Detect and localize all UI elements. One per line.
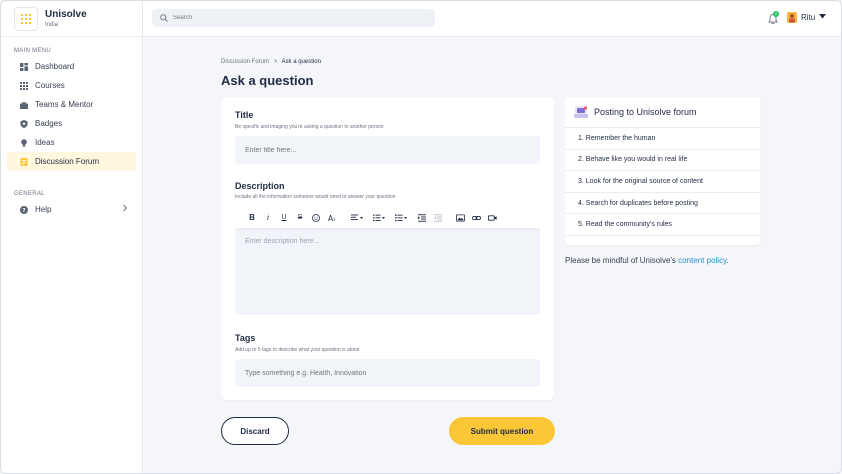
sidebar-item-label: Ideas — [35, 138, 55, 147]
tags-help: Add up to 5 tags to describe what your q… — [235, 347, 360, 353]
search-icon — [160, 9, 168, 27]
breadcrumb: Discussion Forum > Ask a question — [221, 59, 321, 65]
search-box[interactable] — [152, 9, 435, 27]
chevron-right-icon — [122, 204, 128, 215]
submit-question-button[interactable]: Submit question — [449, 417, 555, 445]
sidebar: Unisolve India MAIN MENU Dashboard Cours… — [1, 1, 143, 473]
forum-post-icon — [573, 105, 589, 119]
shield-icon — [20, 119, 28, 128]
topbar: 2 Ritu — [143, 1, 841, 37]
sidebar-item-label: Dashboard — [35, 62, 75, 71]
lightbulb-icon — [20, 138, 28, 147]
rule-item: 1. Remember the human — [565, 128, 760, 150]
svg-text:?: ? — [22, 208, 25, 214]
underline-icon[interactable]: U — [277, 211, 291, 225]
user-name: Ritu — [801, 13, 816, 22]
breadcrumb-separator: > — [273, 59, 278, 65]
bullet-list-icon[interactable] — [391, 211, 411, 225]
help-icon: ? — [20, 205, 28, 214]
sidebar-item-label: Badges — [35, 119, 63, 128]
indent-icon[interactable] — [415, 211, 429, 225]
ordered-list-icon[interactable] — [369, 211, 389, 225]
policy-note: Please be mindful of Unisolve's content … — [565, 256, 729, 265]
content-policy-link[interactable]: content policy — [678, 256, 726, 265]
description-editor[interactable]: B i U S AI Enter description here... — [235, 207, 540, 315]
description-placeholder: Enter description here... — [245, 238, 320, 245]
general-label: GENERAL — [14, 191, 45, 197]
tags-label: Tags — [235, 333, 256, 343]
description-label: Description — [235, 181, 285, 191]
brand[interactable]: Unisolve India — [1, 1, 142, 37]
sidebar-item-help[interactable]: ? Help — [7, 200, 136, 219]
sidebar-item-courses[interactable]: Courses — [7, 76, 136, 95]
policy-note-suffix: . — [726, 256, 729, 265]
breadcrumb-parent[interactable]: Discussion Forum — [221, 59, 269, 65]
avatar — [787, 12, 797, 23]
rule-item: 3. Look for the original source of conte… — [565, 171, 760, 193]
description-help: Include all the information someone woul… — [235, 194, 396, 200]
question-form: Title Be specific and imaging you're ask… — [221, 97, 554, 400]
briefcase-icon — [20, 101, 28, 109]
emoji-icon[interactable] — [309, 211, 323, 225]
rule-item: 5. Read the community's rules — [565, 214, 760, 236]
sidebar-item-label: Courses — [35, 81, 65, 90]
posting-guidelines-panel: Posting to Unisolve forum 1. Remember th… — [565, 97, 760, 245]
image-icon[interactable] — [453, 211, 467, 225]
search-input[interactable] — [173, 15, 413, 21]
forum-icon — [20, 157, 28, 166]
title-help: Be specific and imaging you're asking a … — [235, 124, 384, 130]
outdent-icon[interactable] — [431, 211, 445, 225]
tags-input[interactable] — [235, 359, 540, 387]
svg-text:I: I — [333, 217, 334, 222]
panel-title: Posting to Unisolve forum — [594, 107, 697, 117]
user-menu[interactable]: Ritu — [787, 12, 827, 23]
discard-button[interactable]: Discard — [221, 417, 289, 445]
sidebar-item-label: Teams & Mentor — [35, 100, 94, 109]
rule-item: 2. Behave like you would in real life — [565, 150, 760, 172]
app-window: Unisolve India MAIN MENU Dashboard Cours… — [0, 0, 842, 474]
policy-note-text: Please be mindful of Unisolve's — [565, 256, 676, 265]
panel-header: Posting to Unisolve forum — [565, 97, 760, 128]
dashboard-icon — [20, 62, 28, 71]
link-icon[interactable] — [469, 211, 483, 225]
sidebar-item-label: Help — [35, 205, 52, 214]
main-menu-label: MAIN MENU — [14, 48, 52, 54]
bold-icon[interactable]: B — [245, 211, 259, 225]
sidebar-item-label: Discussion Forum — [35, 157, 100, 166]
font-size-icon[interactable]: AI — [325, 211, 339, 225]
sidebar-item-badges[interactable]: Badges — [7, 114, 136, 133]
video-icon[interactable] — [485, 211, 499, 225]
sidebar-item-ideas[interactable]: Ideas — [7, 133, 136, 152]
brand-name: Unisolve — [45, 9, 87, 20]
strikethrough-icon[interactable]: S — [293, 211, 307, 225]
sidebar-item-dashboard[interactable]: Dashboard — [7, 57, 136, 76]
brand-region: India — [45, 22, 59, 28]
caret-down-icon — [819, 14, 827, 21]
grid-icon — [20, 81, 28, 90]
notification-badge: 2 — [773, 11, 779, 17]
rule-item: 4. Search for duplicates before posting — [565, 193, 760, 215]
align-dropdown-icon[interactable] — [347, 211, 367, 225]
editor-toolbar: B i U S AI — [235, 207, 540, 228]
page-title: Ask a question — [221, 73, 314, 88]
breadcrumb-current: Ask a question — [281, 59, 321, 65]
italic-icon[interactable]: i — [261, 211, 275, 225]
title-input[interactable] — [235, 136, 540, 164]
logo-icon — [14, 6, 38, 31]
title-label: Title — [235, 110, 254, 120]
sidebar-item-teams[interactable]: Teams & Mentor — [7, 95, 136, 114]
sidebar-item-discussion-forum[interactable]: Discussion Forum — [7, 152, 136, 171]
